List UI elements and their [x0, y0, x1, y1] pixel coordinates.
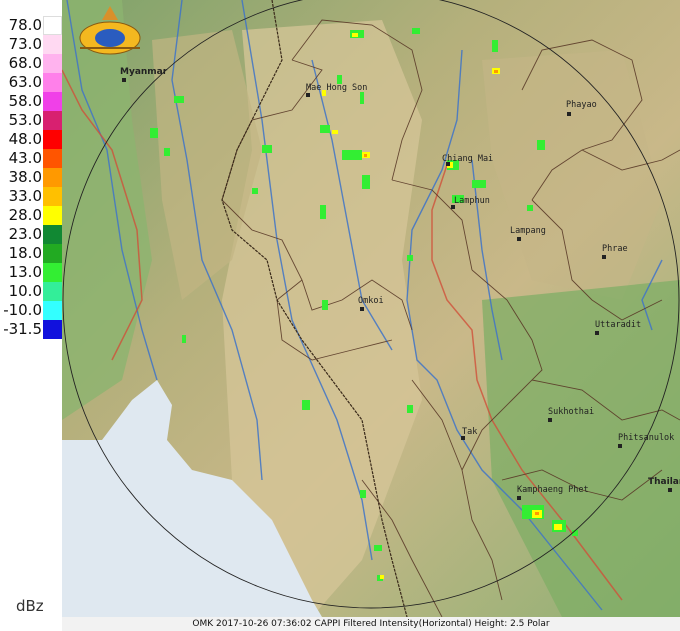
legend-row: 53.0	[0, 111, 62, 130]
legend-value: 68.0	[8, 54, 42, 72]
legend-swatch	[43, 320, 62, 339]
country-myanmar: Myanmar	[120, 67, 168, 77]
legend-value: 73.0	[8, 35, 42, 53]
svg-text:Tak: Tak	[462, 427, 477, 437]
svg-text:Lamphun: Lamphun	[454, 196, 490, 206]
legend-swatch	[43, 263, 62, 282]
legend-value: 38.0	[8, 168, 42, 186]
legend-swatch	[43, 225, 62, 244]
legend-swatch	[43, 206, 62, 225]
legend-swatch	[43, 73, 62, 92]
svg-text:Sukhothai: Sukhothai	[548, 407, 594, 417]
legend-value: 53.0	[8, 111, 42, 129]
legend-value: 58.0	[8, 92, 42, 110]
legend-value: -10.0	[3, 301, 42, 319]
legend-row: 63.0	[0, 73, 62, 92]
legend-swatch	[43, 35, 62, 54]
legend-value: 18.0	[8, 244, 42, 262]
legend-value: 23.0	[8, 225, 42, 243]
legend-swatch	[43, 111, 62, 130]
legend-swatch	[43, 54, 62, 73]
legend-row: 43.0	[0, 149, 62, 168]
dbz-legend: 78.0 73.0 68.0 63.0 58.0 53.0 48.0 43.0 38.0 33.0…	[0, 0, 62, 631]
legend-swatch	[43, 92, 62, 111]
legend-row: -31.5	[0, 320, 62, 339]
legend-row: 48.0	[0, 130, 62, 149]
legend-swatch	[43, 244, 62, 263]
legend-value: 33.0	[8, 187, 42, 205]
legend-swatch	[43, 301, 62, 320]
legend-row: 78.0	[0, 16, 62, 35]
country-thailand: Thailand	[648, 477, 680, 487]
legend-row: 68.0	[0, 54, 62, 73]
legend-row: 18.0	[0, 244, 62, 263]
svg-text:Lampang: Lampang	[510, 226, 546, 236]
legend-row: 38.0	[0, 168, 62, 187]
radar-caption: OMK 2017-10-26 07:36:02 CAPPI Filtered I…	[62, 617, 680, 631]
legend-row: 10.0	[0, 282, 62, 301]
legend-row: -10.0	[0, 301, 62, 320]
svg-text:Chiang Mai: Chiang Mai	[442, 154, 493, 164]
svg-text:Kamphaeng Phet: Kamphaeng Phet	[517, 485, 589, 495]
legend-value: 43.0	[8, 149, 42, 167]
legend-value: -31.5	[3, 320, 42, 338]
legend-value: 13.0	[8, 263, 42, 281]
radar-map[interactable]: Mae Hong Son Chiang Mai Lamphun Lampang …	[62, 0, 680, 617]
legend-row: 33.0	[0, 187, 62, 206]
legend-row: 73.0	[0, 35, 62, 54]
legend-row: 58.0	[0, 92, 62, 111]
legend-value: 78.0	[8, 16, 42, 34]
legend-row: 13.0	[0, 263, 62, 282]
svg-text:Phayao: Phayao	[566, 100, 597, 110]
svg-text:Mae Hong Son: Mae Hong Son	[306, 83, 367, 93]
legend-swatch	[43, 168, 62, 187]
legend-value: 28.0	[8, 206, 42, 224]
svg-text:Uttaradit: Uttaradit	[595, 320, 641, 330]
svg-text:Phrae: Phrae	[602, 244, 628, 254]
legend-value: 63.0	[8, 73, 42, 91]
legend-unit: dBz	[16, 597, 44, 615]
legend-swatch	[43, 149, 62, 168]
legend-row: 28.0	[0, 206, 62, 225]
legend-value: 48.0	[8, 130, 42, 148]
legend-swatch	[43, 282, 62, 301]
svg-text:Omkoi: Omkoi	[358, 296, 384, 306]
svg-text:Phitsanulok: Phitsanulok	[618, 433, 674, 443]
legend-value: 10.0	[8, 282, 42, 300]
legend-swatch	[43, 187, 62, 206]
legend-swatch	[43, 16, 62, 35]
legend-row: 23.0	[0, 225, 62, 244]
legend-swatch	[43, 130, 62, 149]
